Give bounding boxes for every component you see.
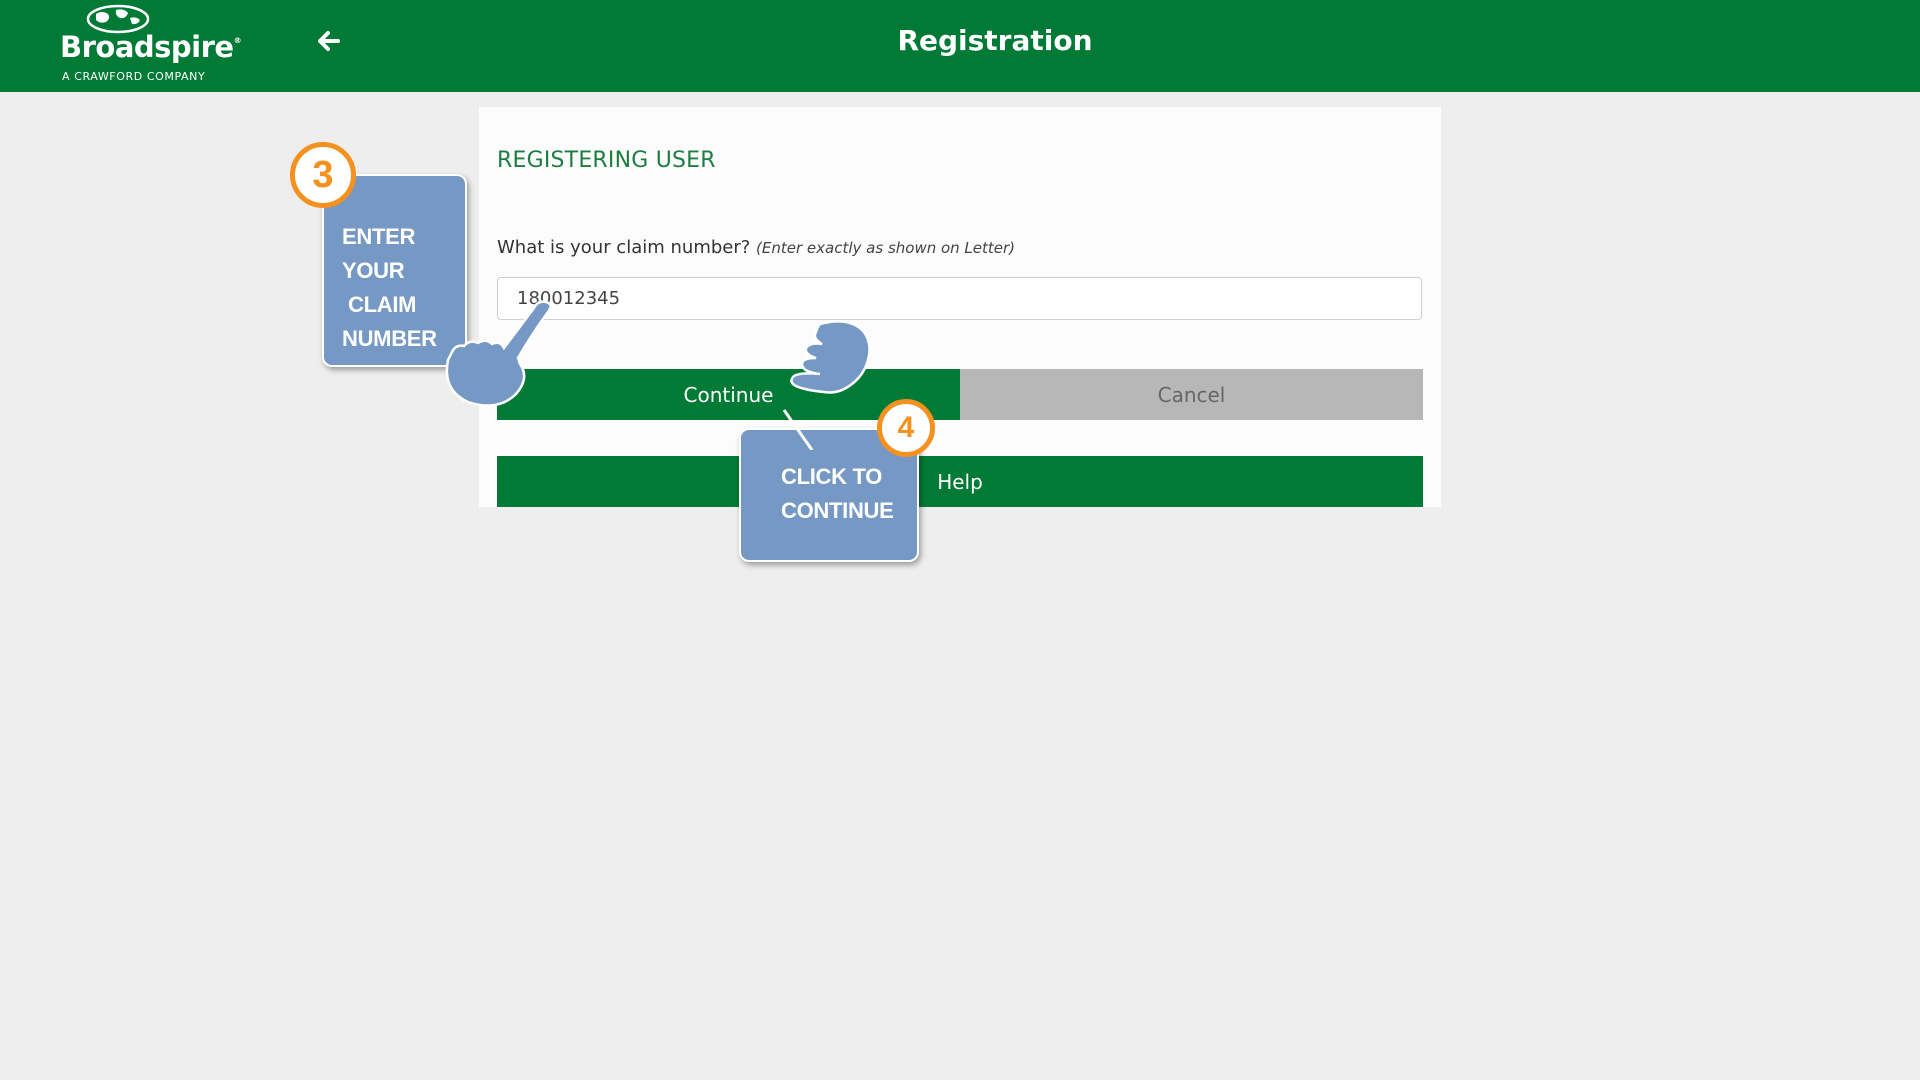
claim-hint-text: (Enter exactly as shown on Letter) <box>756 239 1016 257</box>
step4-line: CONTINUE <box>781 498 894 523</box>
pointing-hand-icon <box>782 320 871 450</box>
step4-line: CLICK TO <box>781 464 883 489</box>
help-button[interactable]: Help <box>497 456 1423 507</box>
pointing-hand-icon <box>445 300 552 407</box>
claim-question-text: What is your claim number? <box>497 237 751 258</box>
step3-line: ENTER YOUR <box>342 224 416 283</box>
section-heading: REGISTERING USER <box>497 148 716 173</box>
page-title: Registration <box>897 24 1093 57</box>
brand-tagline: A CRAWFORD COMPANY <box>62 70 206 83</box>
top-app-bar: Broadspire® A CRAWFORD COMPANY Registrat… <box>0 0 1920 92</box>
claim-question-label: What is your claim number? (Enter exactl… <box>497 237 1015 258</box>
step3-badge: 3 <box>290 142 356 208</box>
cancel-button[interactable]: Cancel <box>960 369 1423 420</box>
claim-number-input[interactable] <box>497 277 1422 320</box>
